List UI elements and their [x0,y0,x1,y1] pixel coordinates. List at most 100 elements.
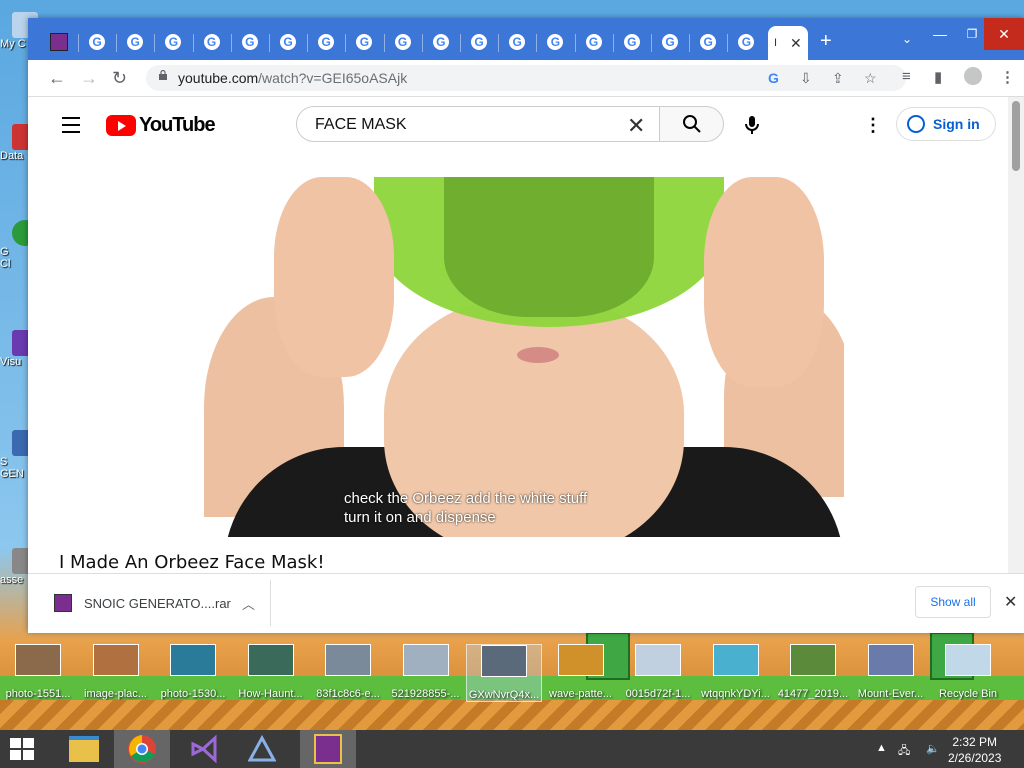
tab-google[interactable]: G [731,28,761,56]
visual-studio-icon [191,734,217,764]
desktop-file-icon[interactable]: wave-patte... [544,644,618,700]
image-thumbnail-icon [712,644,759,676]
desktop-file-label: wave-patte... [549,688,612,700]
desktop-file-icon[interactable]: 83f1c8c6-e... [311,644,385,700]
desktop-file-icon[interactable]: How-Haunt... [234,644,308,700]
side-panel-icon[interactable]: ▮ [934,68,942,86]
sign-in-button[interactable]: Sign in [896,107,996,141]
show-all-button[interactable]: Show all [915,586,991,618]
minimize-button[interactable]: — [924,18,956,50]
desktop-file-icon[interactable]: wtqqnkYDYi... [699,644,773,700]
tab-google[interactable]: G [273,28,303,56]
page-scrollbar[interactable] [1008,97,1024,573]
show-hidden-icons-icon[interactable]: ▲ [876,742,887,754]
chevron-up-icon[interactable]: ︿ [242,594,255,613]
hamburger-menu-icon[interactable] [62,117,80,138]
back-arrow-icon[interactable]: ← [48,68,66,89]
google-lens-icon[interactable]: G [768,70,779,86]
image-thumbnail-icon [15,644,61,676]
volume-icon[interactable]: 🔈 [926,742,940,755]
clear-search-icon[interactable]: ✕ [627,113,645,139]
media-control-icon[interactable]: ≡ [902,68,911,85]
desktop-file-label: Recycle Bin [938,688,998,700]
forward-arrow-icon[interactable]: → [80,68,98,89]
taskbar-chrome[interactable] [114,730,170,768]
windows-start-icon[interactable] [10,738,36,760]
tab-google[interactable]: G [617,28,647,56]
google-icon: G [738,34,755,50]
tab-close-icon[interactable]: ✕ [790,35,802,52]
tab-google[interactable]: G [655,28,685,56]
tab-google[interactable]: G [197,28,227,56]
tab-google[interactable]: G [158,28,188,56]
tab-separator [536,34,538,52]
video-player[interactable]: check the Orbeez add the white stuff tur… [204,177,844,537]
desktop-file-icon[interactable]: photo-1551... [1,644,75,700]
google-icon: G [700,34,717,50]
desktop-file-icon[interactable]: image-plac... [79,644,153,700]
tab-google[interactable]: G [426,28,456,56]
download-item[interactable]: SNOIC GENERATO....rar [54,594,231,612]
settings-menu-icon[interactable]: ⋮ [864,115,882,136]
youtube-logo[interactable]: YouTube [106,114,216,137]
network-icon[interactable]: 🖧 [898,742,910,761]
desktop-file-icon[interactable]: 41477_2019... [776,644,850,700]
new-tab-button[interactable]: + [820,30,832,53]
google-icon: G [471,34,487,50]
tab-separator [421,34,423,52]
desktop-file-icon[interactable]: Mount-Ever... [854,644,928,700]
tab-google[interactable]: G [502,28,532,56]
image-thumbnail-icon [557,644,604,676]
taskbar-app[interactable] [234,730,290,768]
sign-in-label: Sign in [933,116,980,132]
search-button[interactable] [660,106,724,142]
close-window-button[interactable]: ✕ [984,18,1024,50]
taskbar: ▲ 🖧 🔈 2:32 PM 2/26/2023 [0,730,1024,768]
profile-avatar-icon[interactable] [964,67,982,85]
image-thumbnail-icon [867,644,914,676]
tab-separator [345,34,347,52]
tab-google[interactable]: G [82,28,112,56]
scrollbar-thumb[interactable] [1012,101,1020,171]
taskbar-visual-studio[interactable] [176,730,232,768]
share-icon[interactable]: ⇪ [832,70,844,87]
folder-icon [69,736,99,762]
tab-google[interactable]: G [579,28,609,56]
desktop-file-icon[interactable]: 0015d72f-1... [621,644,695,700]
taskbar-clock[interactable]: 2:32 PM 2/26/2023 [948,734,1001,766]
tab-google[interactable]: G [235,28,265,56]
google-icon: G [203,34,220,50]
close-icon[interactable]: ✕ [1004,592,1017,612]
desktop-file-icon[interactable]: photo-1530... [156,644,230,700]
tab-google[interactable]: G [693,28,723,56]
winrar-icon [314,734,342,764]
tab-active[interactable]: I ✕ [768,26,808,60]
desktop-file-icon[interactable]: Recycle Bin [931,644,1005,700]
address-bar[interactable]: youtube.com/watch?v=GEI65oASAjk G ⇩ ⇪ ☆ [146,65,906,91]
bookmark-star-icon[interactable]: ☆ [864,70,877,87]
chrome-menu-icon[interactable]: ⋮ [1000,68,1015,86]
tab-google[interactable]: G [388,28,418,56]
microphone-icon[interactable] [744,115,760,135]
tab-search-chevron-icon[interactable]: ⌄ [902,32,912,46]
tab-google[interactable]: G [120,28,150,56]
search-input[interactable] [313,115,617,135]
image-thumbnail-icon [325,644,371,676]
tab-google[interactable]: G [540,28,570,56]
desktop-file-icon[interactable]: GXwNvrQ4x... [466,644,542,702]
lock-icon [159,70,167,80]
desktop-file-label: GXwNvrQ4x... [468,689,540,701]
taskbar-file-explorer[interactable] [56,730,112,768]
video-frame-shape [444,177,654,317]
install-icon[interactable]: ⇩ [800,70,812,87]
tab-google[interactable]: G [311,28,341,56]
youtube-logo-text: YouTube [139,114,216,136]
desktop-file-label: 83f1c8c6-e... [316,688,380,700]
tab-google[interactable]: G [349,28,379,56]
reload-icon[interactable]: ↻ [112,68,127,89]
desktop-file-label: How-Haunt... [238,688,303,700]
desktop-file-icon[interactable]: 521928855-... [389,644,463,700]
tab-winrar[interactable] [44,28,74,56]
tab-google[interactable]: G [464,28,494,56]
taskbar-winrar[interactable] [300,730,356,768]
